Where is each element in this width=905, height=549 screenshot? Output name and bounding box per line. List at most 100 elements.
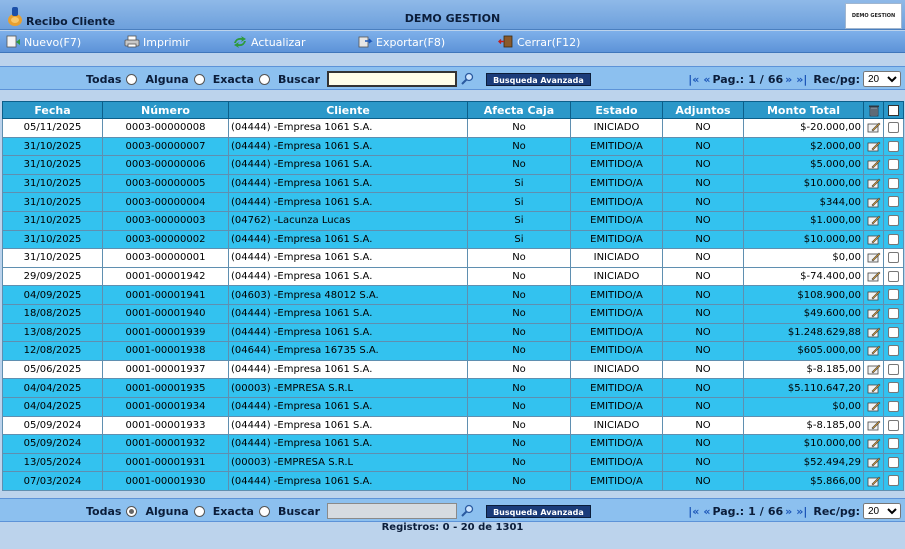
col-select-all[interactable]: [883, 101, 904, 119]
search-input-bottom[interactable]: [327, 503, 458, 519]
table-row[interactable]: 05/06/2025 0001-00001937 (04444) -Empresa …: [2, 359, 904, 380]
refresh-button[interactable]: Actualizar: [232, 35, 306, 49]
cell-edit[interactable]: [863, 396, 884, 417]
magnifier-icon[interactable]: [460, 72, 474, 86]
row-checkbox[interactable]: [888, 252, 899, 264]
mode-todas-bottom[interactable]: Todas: [86, 505, 141, 518]
table-row[interactable]: 07/03/2024 0001-00001930 (04444) -Empresa …: [2, 471, 904, 491]
cell-select[interactable]: [883, 285, 904, 305]
mode-exacta-bottom[interactable]: Exacta: [213, 505, 274, 518]
cell-edit[interactable]: [863, 341, 884, 361]
cell-edit[interactable]: [863, 155, 884, 175]
cell-select[interactable]: [883, 229, 904, 250]
col-estado[interactable]: Estado: [570, 101, 663, 119]
cell-select[interactable]: [883, 396, 904, 417]
row-checkbox[interactable]: [888, 363, 899, 375]
radio-alguna-bottom[interactable]: [126, 505, 138, 517]
table-row[interactable]: 18/08/2025 0001-00001940 (04444) -Empresa …: [2, 303, 904, 324]
last-page-button-bottom[interactable]: »|: [796, 505, 807, 518]
cell-select[interactable]: [883, 452, 904, 473]
table-row[interactable]: 13/05/2024 0001-00001931 (00003) -EMPRESA …: [2, 452, 904, 473]
col-monto-total[interactable]: Monto Total: [743, 101, 864, 119]
cell-edit[interactable]: [863, 266, 884, 287]
edit-icon[interactable]: [867, 475, 881, 488]
row-checkbox[interactable]: [888, 438, 899, 450]
cell-select[interactable]: [883, 136, 904, 157]
row-checkbox[interactable]: [888, 233, 899, 245]
radio-exacta-bottom[interactable]: [193, 505, 205, 517]
advanced-search-button-bottom[interactable]: Busqueda Avanzada: [486, 504, 591, 518]
cell-select[interactable]: [883, 266, 904, 287]
row-checkbox[interactable]: [888, 307, 899, 319]
edit-icon[interactable]: [867, 140, 881, 153]
cell-edit[interactable]: [863, 303, 884, 324]
edit-icon[interactable]: [867, 363, 881, 376]
row-checkbox[interactable]: [888, 215, 899, 227]
first-page-button-bottom[interactable]: |«: [688, 505, 699, 518]
col-afecta-caja[interactable]: Afecta Caja: [467, 101, 571, 119]
table-row[interactable]: 31/10/2025 0003-00000003 (04762) -Lacunza …: [2, 210, 904, 231]
edit-icon[interactable]: [867, 289, 881, 302]
cell-edit[interactable]: [863, 471, 884, 491]
records-per-page-select-bottom[interactable]: 20: [863, 503, 901, 519]
table-row[interactable]: 05/09/2024 0001-00001933 (04444) -Empresa …: [2, 415, 904, 436]
edit-icon[interactable]: [867, 344, 881, 357]
row-checkbox[interactable]: [888, 177, 899, 189]
edit-icon[interactable]: [867, 158, 881, 171]
col-cliente[interactable]: Cliente: [228, 101, 468, 119]
magnifier-icon[interactable]: [460, 504, 474, 518]
edit-icon[interactable]: [867, 214, 881, 227]
first-page-button[interactable]: |«: [688, 73, 699, 86]
edit-icon[interactable]: [867, 233, 881, 246]
row-checkbox[interactable]: [888, 382, 899, 394]
cell-edit[interactable]: [863, 118, 884, 138]
row-checkbox[interactable]: [888, 345, 899, 357]
table-row[interactable]: 29/09/2025 0001-00001942 (04444) -Empresa …: [2, 266, 904, 287]
cell-edit[interactable]: [863, 248, 884, 268]
row-checkbox[interactable]: [888, 270, 899, 282]
table-row[interactable]: 31/10/2025 0003-00000007 (04444) -Empresa …: [2, 136, 904, 157]
col-delete[interactable]: [863, 101, 884, 119]
row-checkbox[interactable]: [888, 456, 899, 468]
new-button[interactable]: Nuevo(F7): [5, 35, 81, 49]
trash-icon[interactable]: [868, 104, 880, 117]
radio-exacta[interactable]: [193, 73, 205, 85]
select-all-checkbox[interactable]: [888, 105, 899, 116]
table-row[interactable]: 04/04/2025 0001-00001934 (04444) -Empresa …: [2, 396, 904, 417]
edit-icon[interactable]: [867, 456, 881, 469]
edit-icon[interactable]: [867, 400, 881, 413]
cell-select[interactable]: [883, 415, 904, 436]
edit-icon[interactable]: [867, 419, 881, 432]
row-checkbox[interactable]: [888, 140, 899, 152]
table-row[interactable]: 31/10/2025 0003-00000001 (04444) -Empresa …: [2, 248, 904, 268]
last-page-button[interactable]: »|: [796, 73, 807, 86]
col-fecha[interactable]: Fecha: [2, 101, 103, 119]
mode-alguna[interactable]: Alguna: [145, 73, 208, 86]
row-checkbox[interactable]: [888, 196, 899, 208]
export-button[interactable]: Exportar(F8): [357, 35, 445, 49]
edit-icon[interactable]: [867, 177, 881, 190]
cell-edit[interactable]: [863, 415, 884, 436]
cell-select[interactable]: [883, 322, 904, 343]
mode-alguna-bottom[interactable]: Alguna: [145, 505, 208, 518]
table-row[interactable]: 31/10/2025 0003-00000005 (04444) -Empresa …: [2, 173, 904, 194]
col-numero[interactable]: Número: [102, 101, 229, 119]
col-adjuntos[interactable]: Adjuntos: [662, 101, 744, 119]
edit-icon[interactable]: [867, 251, 881, 264]
cell-select[interactable]: [883, 471, 904, 491]
cell-select[interactable]: [883, 341, 904, 361]
table-row[interactable]: 31/10/2025 0003-00000004 (04444) -Empresa …: [2, 192, 904, 212]
cell-select[interactable]: [883, 378, 904, 398]
table-row[interactable]: 05/11/2025 0003-00000008 (04444) -Empresa …: [2, 118, 904, 138]
prev-page-button-bottom[interactable]: «: [703, 505, 710, 518]
table-row[interactable]: 31/10/2025 0003-00000006 (04444) -Empresa …: [2, 155, 904, 175]
cell-select[interactable]: [883, 118, 904, 138]
row-checkbox[interactable]: [888, 475, 899, 487]
row-checkbox[interactable]: [888, 400, 899, 412]
row-checkbox[interactable]: [888, 326, 899, 338]
prev-page-button[interactable]: «: [703, 73, 710, 86]
edit-icon[interactable]: [867, 326, 881, 339]
table-row[interactable]: 31/10/2025 0003-00000002 (04444) -Empresa …: [2, 229, 904, 250]
row-checkbox[interactable]: [888, 159, 899, 171]
row-checkbox[interactable]: [888, 419, 899, 431]
